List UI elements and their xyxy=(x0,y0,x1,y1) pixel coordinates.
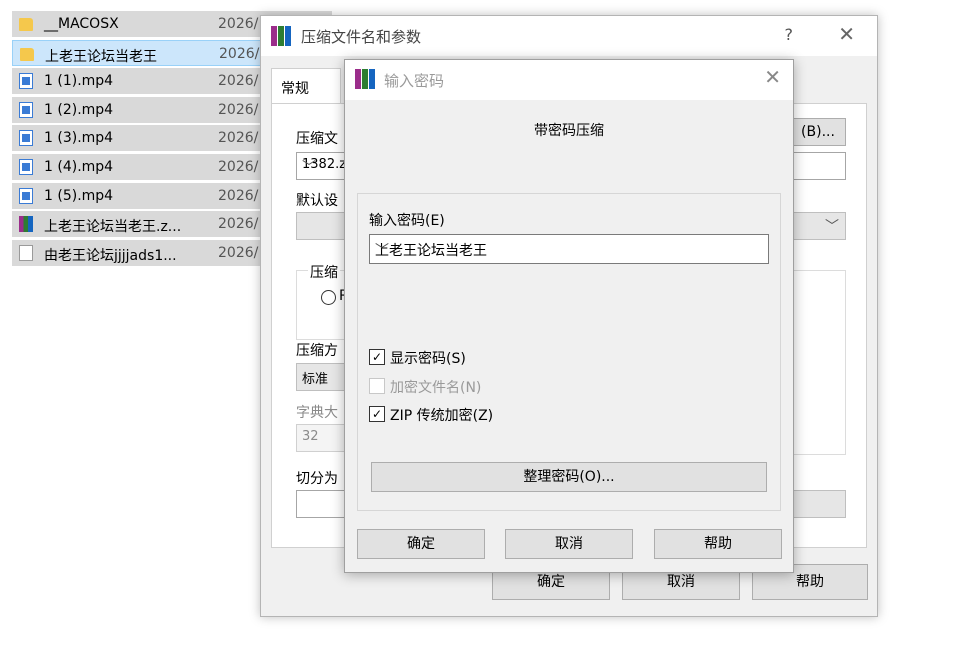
split-volume-label: 切分为 xyxy=(296,471,338,487)
file-name: 1 (5).mp4 xyxy=(44,187,114,204)
file-name: 1 (3).mp4 xyxy=(44,130,114,147)
winrar-app-icon xyxy=(355,69,375,89)
file-date: 2026/ xyxy=(218,216,259,233)
file-name: 1 (4).mp4 xyxy=(44,158,114,175)
show-password-checkbox[interactable]: ✓ xyxy=(369,349,385,365)
password-label: 输入密码(E) xyxy=(369,213,445,229)
dialog-title: 压缩文件名和参数 xyxy=(301,28,422,46)
file-date: 2026/ xyxy=(218,187,259,204)
dictionary-size-value: 32 xyxy=(302,429,319,444)
file-date: 2026/ xyxy=(218,244,259,261)
options-group xyxy=(790,270,846,455)
folder-icon xyxy=(20,47,34,61)
file-date: 2026/ xyxy=(218,101,259,118)
file-date: 2026/ xyxy=(218,158,259,175)
dictionary-size-label: 字典大 xyxy=(296,405,338,421)
close-password-dialog-button[interactable]: ✕ xyxy=(764,65,781,89)
file-name: 上老王论坛当老王 xyxy=(45,48,157,65)
password-dialog-title-bar[interactable]: 输入密码 ✕ xyxy=(345,60,793,100)
compression-method-value: 标准 xyxy=(302,372,329,387)
password-cancel-label: 取消 xyxy=(555,536,583,552)
encrypt-filenames-label: 加密文件名(N) xyxy=(390,380,482,396)
format-radio[interactable] xyxy=(321,290,336,305)
rar-archive-icon xyxy=(19,216,33,233)
archive-format-label: 压缩 xyxy=(308,262,340,282)
password-cancel-button[interactable]: 取消 xyxy=(505,529,633,559)
password-dialog-title: 输入密码 xyxy=(384,72,445,90)
file-date: 2026/ xyxy=(218,130,259,147)
help-title-button[interactable]: ? xyxy=(785,25,794,44)
tab-general[interactable]: 常规 xyxy=(271,68,341,104)
file-name: 1 (2).mp4 xyxy=(44,101,114,118)
encrypt-filenames-checkbox xyxy=(369,378,385,394)
split-volume-unit-select[interactable] xyxy=(790,490,846,518)
compression-method-label: 压缩方 xyxy=(296,343,338,359)
chevron-down-icon[interactable]: ﹀ xyxy=(825,216,839,236)
main-ok-label: 确定 xyxy=(537,574,565,590)
video-file-icon xyxy=(19,73,33,90)
zip-legacy-encryption-label: ZIP 传统加密(Z) xyxy=(390,408,494,424)
file-name: __MACOSX xyxy=(44,16,119,32)
browse-button-label: (B)... xyxy=(801,124,835,140)
dialog-title-bar[interactable]: 压缩文件名和参数 ? ✕ xyxy=(261,16,877,56)
text-file-icon xyxy=(19,244,33,261)
video-file-icon xyxy=(19,158,33,175)
file-date: 2026/ xyxy=(218,16,259,32)
archive-name-label: 压缩文 xyxy=(296,131,338,147)
tab-general-label: 常规 xyxy=(281,81,309,97)
browse-button[interactable]: (B)... xyxy=(790,118,846,146)
close-dialog-button[interactable]: ✕ xyxy=(838,22,855,46)
password-help-button[interactable]: 帮助 xyxy=(654,529,782,559)
default-profile-label: 默认设 xyxy=(296,193,338,209)
password-help-label: 帮助 xyxy=(704,536,732,552)
video-file-icon xyxy=(19,130,33,147)
organize-passwords-label: 整理密码(O)... xyxy=(523,469,615,485)
organize-passwords-button[interactable]: 整理密码(O)... xyxy=(371,462,767,492)
password-ok-button[interactable]: 确定 xyxy=(357,529,485,559)
winrar-app-icon xyxy=(271,26,291,46)
video-file-icon xyxy=(19,101,33,118)
file-name: 上老王论坛当老王.z... xyxy=(44,219,182,236)
file-date: 2026/ xyxy=(218,73,259,90)
password-input[interactable]: 上老王论坛当老王 ﹀ xyxy=(369,234,769,264)
chevron-down-icon[interactable]: ﹀ xyxy=(375,240,762,260)
video-file-icon xyxy=(19,187,33,204)
file-name: 1 (1).mp4 xyxy=(44,73,114,90)
password-dialog-heading: 带密码压缩 xyxy=(534,123,604,139)
file-date: 2026/ xyxy=(219,45,260,62)
main-help-label: 帮助 xyxy=(796,574,824,590)
show-password-label: 显示密码(S) xyxy=(390,351,466,367)
password-dialog: 输入密码 ✕ 带密码压缩 输入密码(E) 上老王论坛当老王 ﹀ ✓ 显示密码(S… xyxy=(344,59,794,573)
zip-legacy-encryption-checkbox[interactable]: ✓ xyxy=(369,406,385,422)
password-ok-label: 确定 xyxy=(407,536,435,552)
main-cancel-label: 取消 xyxy=(667,574,695,590)
folder-icon xyxy=(19,18,33,31)
file-name: 由老王论坛jjjjads1... xyxy=(44,247,177,264)
